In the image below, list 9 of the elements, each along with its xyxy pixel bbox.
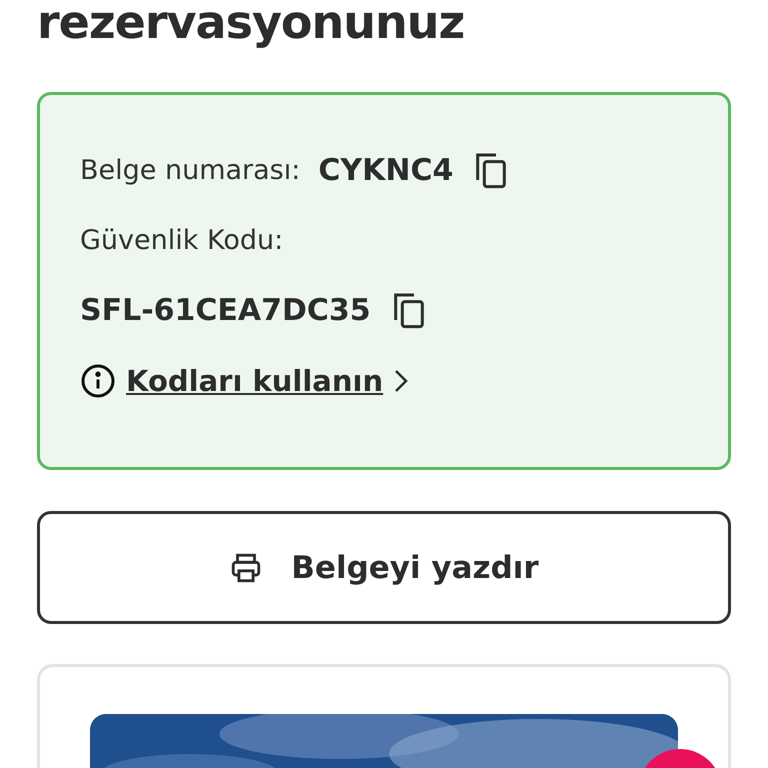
security-code: SFL-61CEA7DC35 (80, 292, 371, 328)
page-heading: rezervasyonunuz (37, 0, 466, 51)
security-label: Güvenlik Kodu: (80, 224, 284, 256)
document-number: CYKNC4 (318, 152, 454, 188)
help-link[interactable]: Kodları kullanın (126, 364, 384, 398)
chevron-right-icon (393, 368, 410, 394)
print-button[interactable]: Belgeyi yazdır (37, 511, 731, 624)
document-label: Belge numarası: (80, 154, 300, 186)
info-icon (80, 363, 116, 399)
